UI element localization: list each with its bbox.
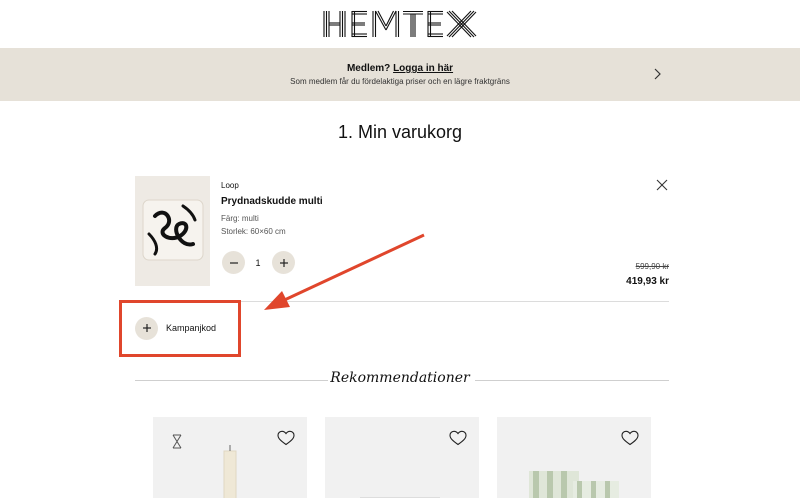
- recommendation-card[interactable]: [497, 417, 651, 498]
- cart-page: Medlem? Logga in här Som medlem får du f…: [0, 0, 800, 498]
- loop-icon: [172, 434, 182, 449]
- heart-icon[interactable]: [449, 430, 467, 446]
- site-header: [0, 0, 800, 48]
- member-login-banner[interactable]: Medlem? Logga in här Som medlem får du f…: [0, 48, 800, 101]
- original-price: 599,90 kr: [635, 262, 669, 271]
- recommendation-card[interactable]: [153, 417, 307, 498]
- hemtex-logo[interactable]: [323, 10, 477, 38]
- product-brand: Loop: [221, 181, 239, 190]
- highlight-annotation-box: [119, 300, 241, 357]
- banner-prefix: Medlem?: [346, 63, 391, 74]
- banner-headline: Medlem? Logga in här: [347, 63, 453, 74]
- heart-icon[interactable]: [277, 430, 295, 446]
- candle-image: [223, 445, 237, 498]
- banner-subtitle: Som medlem får du fördelaktiga priser oc…: [290, 77, 510, 86]
- discounted-price: 419,93 kr: [626, 276, 669, 287]
- product-color: Färg: multi: [221, 214, 259, 223]
- page-title: 1. Min varukorg: [337, 122, 463, 142]
- decrease-quantity-button[interactable]: [222, 251, 245, 274]
- towel-image: [529, 471, 619, 498]
- recommendations-title: Rekommendationer: [330, 370, 470, 386]
- annotation-arrow: [264, 233, 425, 310]
- login-link[interactable]: Logga in här: [393, 63, 453, 74]
- recommendation-card[interactable]: [325, 417, 479, 498]
- heart-icon[interactable]: [621, 430, 639, 446]
- product-image[interactable]: [135, 176, 210, 286]
- product-name[interactable]: Prydnadskudde multi: [221, 196, 323, 207]
- chevron-right-icon[interactable]: [649, 66, 665, 82]
- divider: [475, 380, 669, 381]
- close-icon[interactable]: [656, 179, 668, 191]
- product-image: [360, 497, 440, 498]
- minus-icon: [229, 261, 238, 264]
